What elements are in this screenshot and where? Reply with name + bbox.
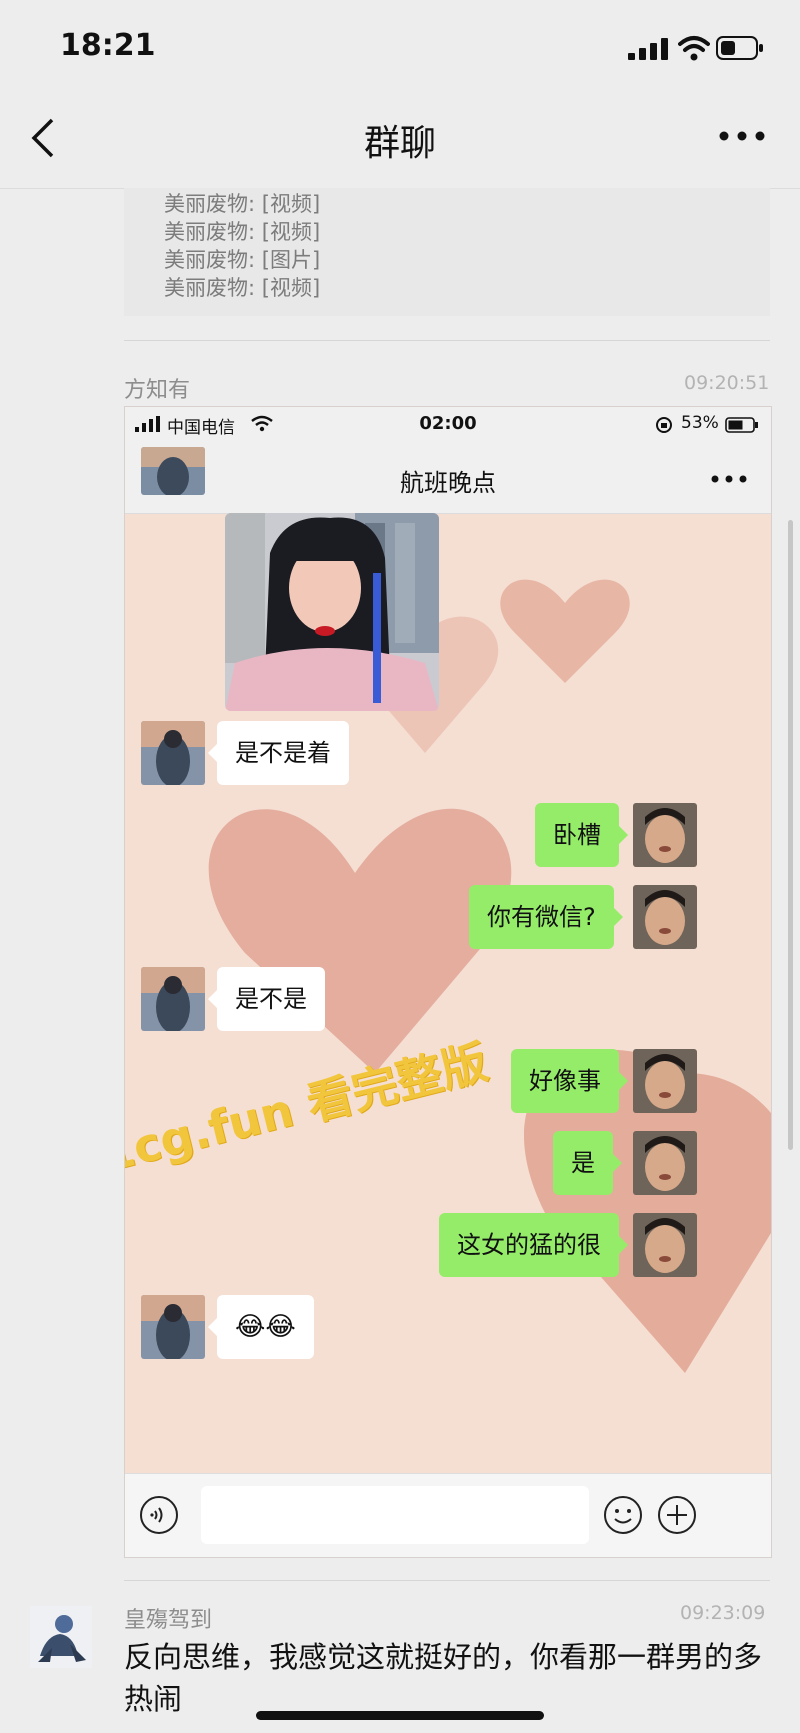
chat-screenshot[interactable]: 中国电信 02:00 53% 航班晚点 是不是着 卧槽 你有微信? 是不是 好像…: [124, 406, 772, 1558]
more-icon[interactable]: [709, 473, 749, 485]
contact-avatar[interactable]: [141, 447, 205, 495]
emoji-icon[interactable]: [603, 1495, 643, 1535]
user-avatar[interactable]: [633, 1213, 697, 1277]
timestamp: 09:23:09: [680, 1602, 766, 1624]
message-text[interactable]: 反向思维，我感觉这就挺好的，你看那一群男的多热闹: [124, 1636, 764, 1720]
photo-message[interactable]: [225, 513, 439, 711]
nav-bar: 群聊: [0, 92, 800, 189]
screenshot-chat-title: 航班晚点: [400, 469, 496, 497]
sender-name[interactable]: 皇殤驾到: [124, 1602, 212, 1634]
sender-name[interactable]: 方知有: [124, 372, 190, 404]
forwarded-line: 美丽废物: [视频]: [164, 192, 321, 216]
user-avatar[interactable]: [633, 1131, 697, 1195]
voice-icon[interactable]: [139, 1495, 179, 1535]
message-input[interactable]: [201, 1486, 589, 1544]
forwarded-record[interactable]: 美丽废物: [视频] 美丽废物: [视频] 美丽废物: [图片] 美丽废物: […: [124, 188, 770, 316]
home-indicator[interactable]: [256, 1711, 544, 1720]
screenshot-status-bar: 中国电信 02:00 53%: [125, 407, 771, 443]
message-bubble-in[interactable]: 是不是: [208, 967, 325, 1031]
sender-avatar[interactable]: [30, 1606, 92, 1668]
user-avatar[interactable]: [633, 885, 697, 949]
forwarded-line: 美丽废物: [视频]: [164, 220, 321, 244]
wifi-icon: [678, 36, 710, 61]
status-time: 18:21: [60, 28, 156, 63]
message-bubble-out[interactable]: 你有微信?: [469, 885, 623, 949]
divider: [124, 1580, 770, 1581]
message-bubble-out[interactable]: 这女的猛的很: [439, 1213, 628, 1277]
message-bubble-out[interactable]: 卧槽: [535, 803, 628, 867]
message-bubble-out[interactable]: 是: [553, 1131, 622, 1195]
contact-avatar[interactable]: [141, 721, 205, 785]
plus-icon[interactable]: [657, 1495, 697, 1535]
rotation-lock-icon: [656, 417, 672, 433]
timestamp: 09:20:51: [684, 372, 770, 394]
forwarded-line: 美丽废物: [图片]: [164, 248, 321, 272]
divider: [124, 340, 770, 341]
battery-percent: 53%: [681, 413, 719, 433]
user-avatar[interactable]: [633, 1049, 697, 1113]
battery-icon: [725, 417, 758, 433]
page-title: 群聊: [363, 123, 436, 164]
more-icon[interactable]: [718, 124, 766, 148]
status-bar: 18:21: [0, 0, 800, 92]
input-bar: [125, 1473, 771, 1557]
user-avatar[interactable]: [633, 803, 697, 867]
scrollbar[interactable]: [788, 520, 793, 1150]
message-bubble-out[interactable]: 好像事: [511, 1049, 628, 1113]
battery-icon: [716, 36, 763, 60]
contact-avatar[interactable]: [141, 967, 205, 1031]
screenshot-time: 02:00: [419, 413, 477, 434]
forwarded-line: 美丽废物: [视频]: [164, 276, 321, 300]
signal-icon: [628, 38, 668, 60]
message-bubble-in[interactable]: 是不是着: [208, 721, 349, 785]
contact-avatar[interactable]: [141, 1295, 205, 1359]
screenshot-nav-bar: 航班晚点: [125, 443, 771, 514]
message-bubble-in[interactable]: 😂😂: [208, 1295, 314, 1359]
